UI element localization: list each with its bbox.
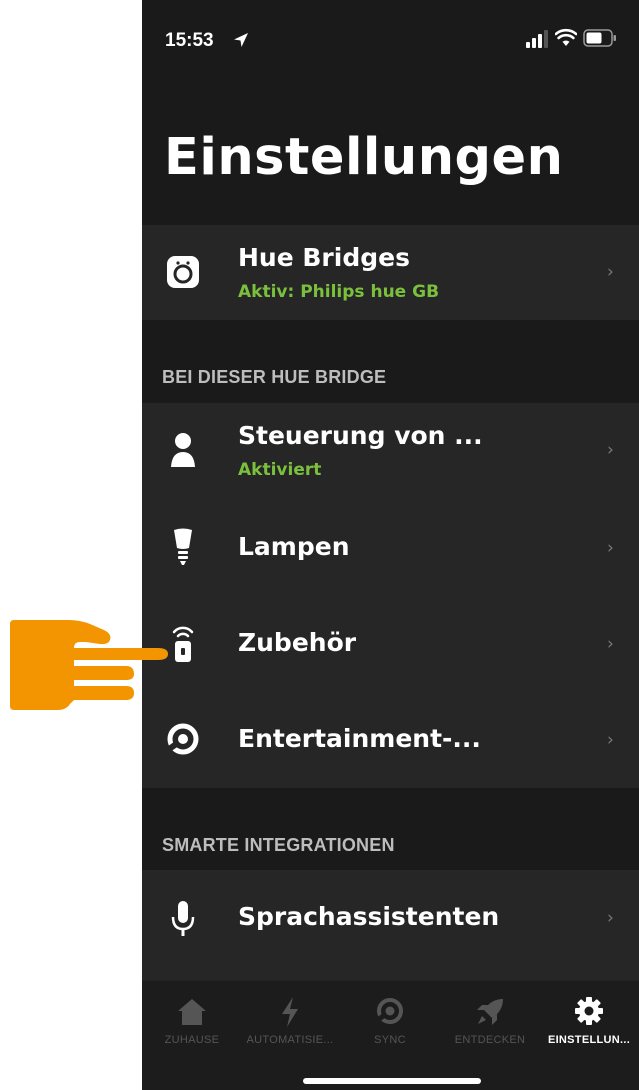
cellular-signal-icon [526,30,548,48]
tab-zuhause[interactable]: ZUHAUSE [142,981,242,1061]
page-title: Einstellungen [164,128,564,187]
tab-sync[interactable]: SYNC [340,981,440,1061]
home-indicator[interactable] [303,1078,481,1084]
phone-screen: 15:53 Einstellungen Hue Bridges Aktiv: P… [142,0,639,1090]
person-icon [164,431,202,469]
battery-icon [583,29,616,47]
steuerung-title: Steuerung von ... [238,421,483,450]
tab-label: ENTDECKEN [454,1034,526,1046]
chevron-right-icon: › [607,538,614,558]
steuerung-row[interactable]: Steuerung von ... Aktiviert › [142,403,639,498]
gear-icon [575,997,603,1025]
entertainment-title: Entertainment-... [238,724,481,753]
chevron-right-icon: › [607,908,614,928]
status-bar: 15:53 [142,0,639,80]
lightning-icon [282,997,298,1027]
bridge-icon [164,253,202,291]
chevron-right-icon: › [607,440,614,460]
location-arrow-icon [234,33,248,47]
tab-label: ZUHAUSE [164,1034,220,1046]
sprachassistenten-title: Sprachassistenten [238,902,500,931]
section-header-integrations: SMARTE INTEGRATIONEN [162,835,395,855]
microphone-icon [164,900,202,938]
entertainment-icon [164,720,202,758]
entertainment-row[interactable]: Entertainment-... › [142,692,639,788]
home-icon [178,999,206,1025]
hue-bridges-row[interactable]: Hue Bridges Aktiv: Philips hue GB › [142,225,639,320]
tab-entdecken[interactable]: ENTDECKEN [440,981,540,1061]
tab-label: SYNC [374,1034,406,1046]
steuerung-status: Aktiviert [238,460,322,480]
sync-icon [376,998,403,1024]
tab-label: AUTOMATISIE... [246,1034,334,1046]
rocket-icon [477,999,503,1025]
hue-bridges-title: Hue Bridges [238,243,410,272]
hue-bridges-status: Aktiv: Philips hue GB [238,282,440,302]
tab-automatisierung[interactable]: AUTOMATISIE... [240,981,340,1061]
pointing-hand-icon [10,620,168,710]
sprachassistenten-row[interactable]: Sprachassistenten › [142,870,639,980]
wifi-icon [555,28,577,46]
chevron-right-icon: › [607,634,614,654]
status-time: 15:53 [165,30,214,51]
chevron-right-icon: › [607,262,614,282]
chevron-right-icon: › [607,730,614,750]
lampen-title: Lampen [238,532,350,561]
lamp-icon [164,528,202,566]
tab-bar: ZUHAUSE AUTOMATISIE... SYNC ENTDECKEN EI… [142,980,639,1090]
lampen-row[interactable]: Lampen › [142,498,639,596]
section-header-bridge: BEI DIESER HUE BRIDGE [162,367,387,387]
zubehoer-row[interactable]: Zubehör › [142,596,639,692]
zubehoer-title: Zubehör [238,628,357,657]
tab-label: EINSTELLUN... [547,1034,631,1046]
tab-einstellungen[interactable]: EINSTELLUN... [539,981,639,1061]
